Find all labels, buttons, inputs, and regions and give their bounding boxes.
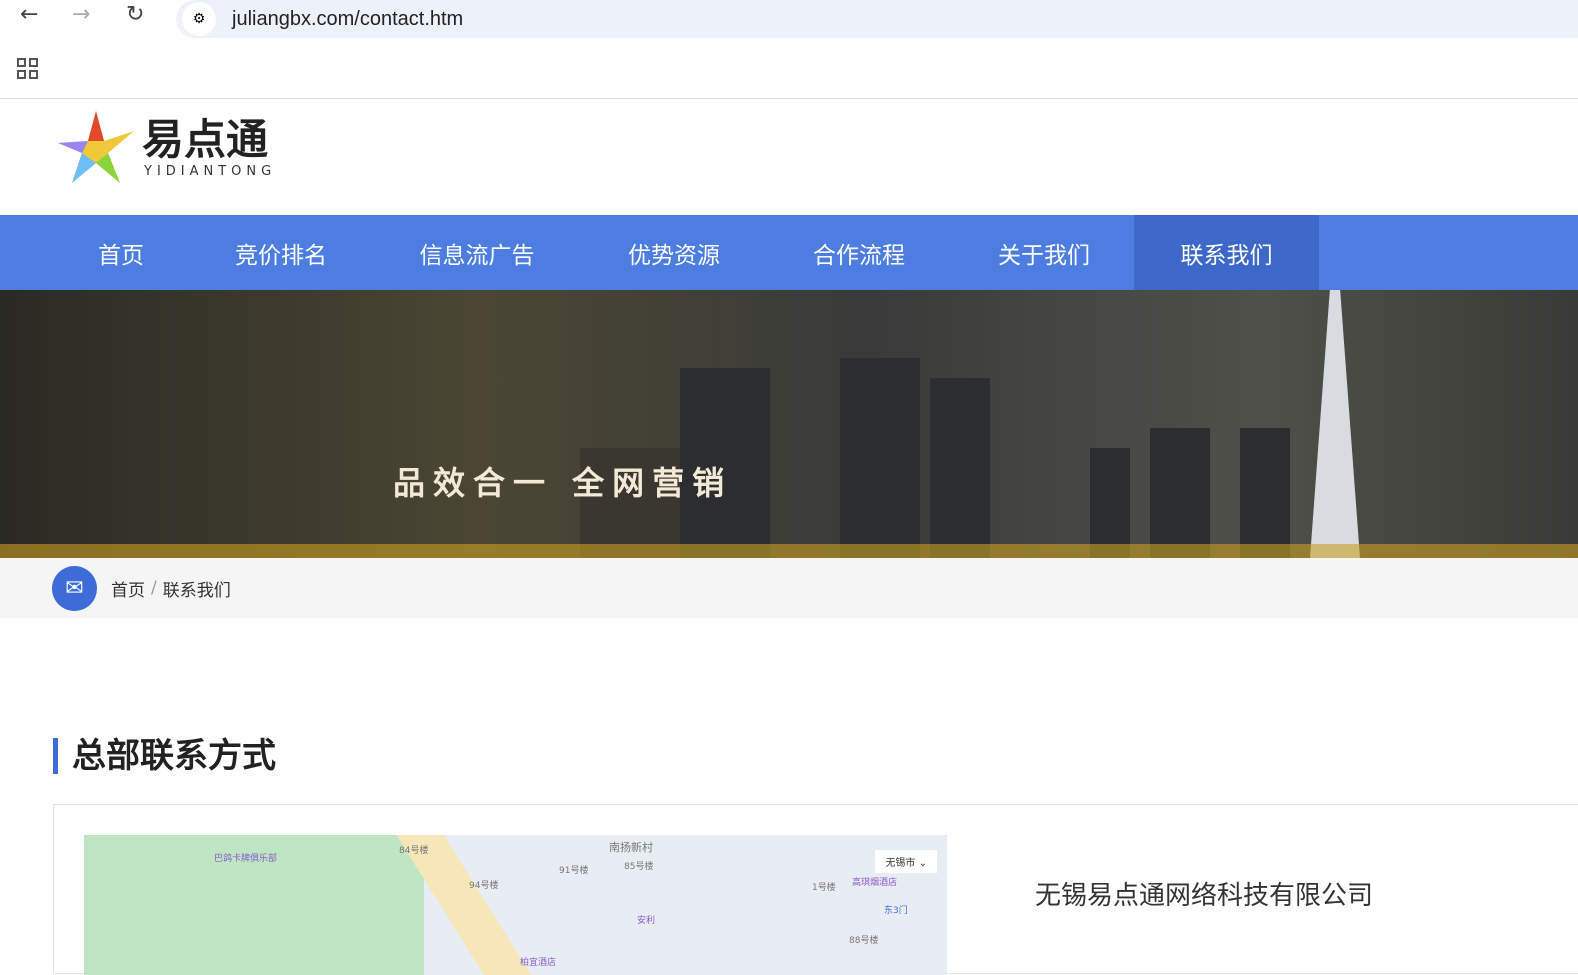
- map-label: 88号楼: [849, 936, 879, 946]
- map-label: 柏宜酒店: [520, 958, 557, 968]
- breadcrumb-separator: /: [151, 578, 157, 598]
- reload-button[interactable]: ↻: [126, 2, 144, 27]
- logo-name: 易点通: [142, 114, 269, 164]
- nav-about[interactable]: 关于我们: [954, 215, 1134, 290]
- forward-button[interactable]: →: [72, 2, 90, 27]
- back-button[interactable]: ←: [20, 2, 38, 27]
- nav-process[interactable]: 合作流程: [764, 215, 954, 290]
- apps-grid-icon[interactable]: [17, 58, 38, 79]
- nav-resources[interactable]: 优势资源: [584, 215, 764, 290]
- section-title: 总部联系方式: [53, 738, 276, 774]
- map-label: 南扬新村: [609, 841, 653, 854]
- logo-sub: YIDIANTONG: [144, 163, 277, 179]
- nav-feed-ads[interactable]: 信息流广告: [370, 215, 584, 290]
- map-label: 巴鸽卡牌俱乐部: [214, 854, 278, 864]
- map-label: 东3门: [884, 906, 908, 916]
- map-label: 94号楼: [469, 881, 499, 891]
- map-city-select[interactable]: 无锡市 ⌄: [875, 850, 937, 873]
- map-label: 安利: [637, 916, 656, 926]
- browser-toolbar: ← → ↻ ⚙ juliangbx.com/contact.htm: [0, 0, 1578, 40]
- main-nav: 首页 竞价排名 信息流广告 优势资源 合作流程 关于我们 联系我们: [0, 215, 1578, 290]
- mail-icon: ✉: [52, 565, 97, 611]
- company-name: 无锡易点通网络科技有限公司: [1035, 881, 1374, 911]
- breadcrumb-home[interactable]: 首页: [111, 576, 145, 601]
- breadcrumb-current[interactable]: 联系我们: [163, 576, 231, 601]
- url-text[interactable]: juliangbx.com/contact.htm: [232, 8, 463, 31]
- site-settings-icon[interactable]: ⚙: [182, 2, 216, 36]
- map[interactable]: 巴鸽卡牌俱乐部 84号楼 南扬新村 91号楼 85号楼 94号楼 1号楼 高琪烟…: [84, 835, 947, 975]
- site-header: 易点通 YIDIANTONG: [0, 99, 1578, 215]
- map-label: 85号楼: [624, 862, 654, 872]
- nav-home[interactable]: 首页: [50, 215, 192, 290]
- map-label: 91号楼: [559, 866, 589, 876]
- banner-slogan: 品效合一 全网营销: [393, 464, 733, 502]
- map-label: 高琪烟酒店: [852, 878, 898, 888]
- logo[interactable]: 易点通 YIDIANTONG: [56, 107, 276, 187]
- banner: 品效合一 全网营销: [0, 290, 1578, 558]
- address-bar[interactable]: ⚙ juliangbx.com/contact.htm: [176, 0, 1578, 38]
- nav-bidding[interactable]: 竞价排名: [192, 215, 370, 290]
- star-logo-icon: [58, 111, 134, 183]
- map-label: 84号楼: [399, 846, 429, 856]
- breadcrumb: ✉ 首页 / 联系我们: [0, 558, 1578, 618]
- bookmarks-bar: [0, 40, 1578, 99]
- nav-contact[interactable]: 联系我们: [1134, 215, 1319, 290]
- map-label: 1号楼: [812, 883, 836, 893]
